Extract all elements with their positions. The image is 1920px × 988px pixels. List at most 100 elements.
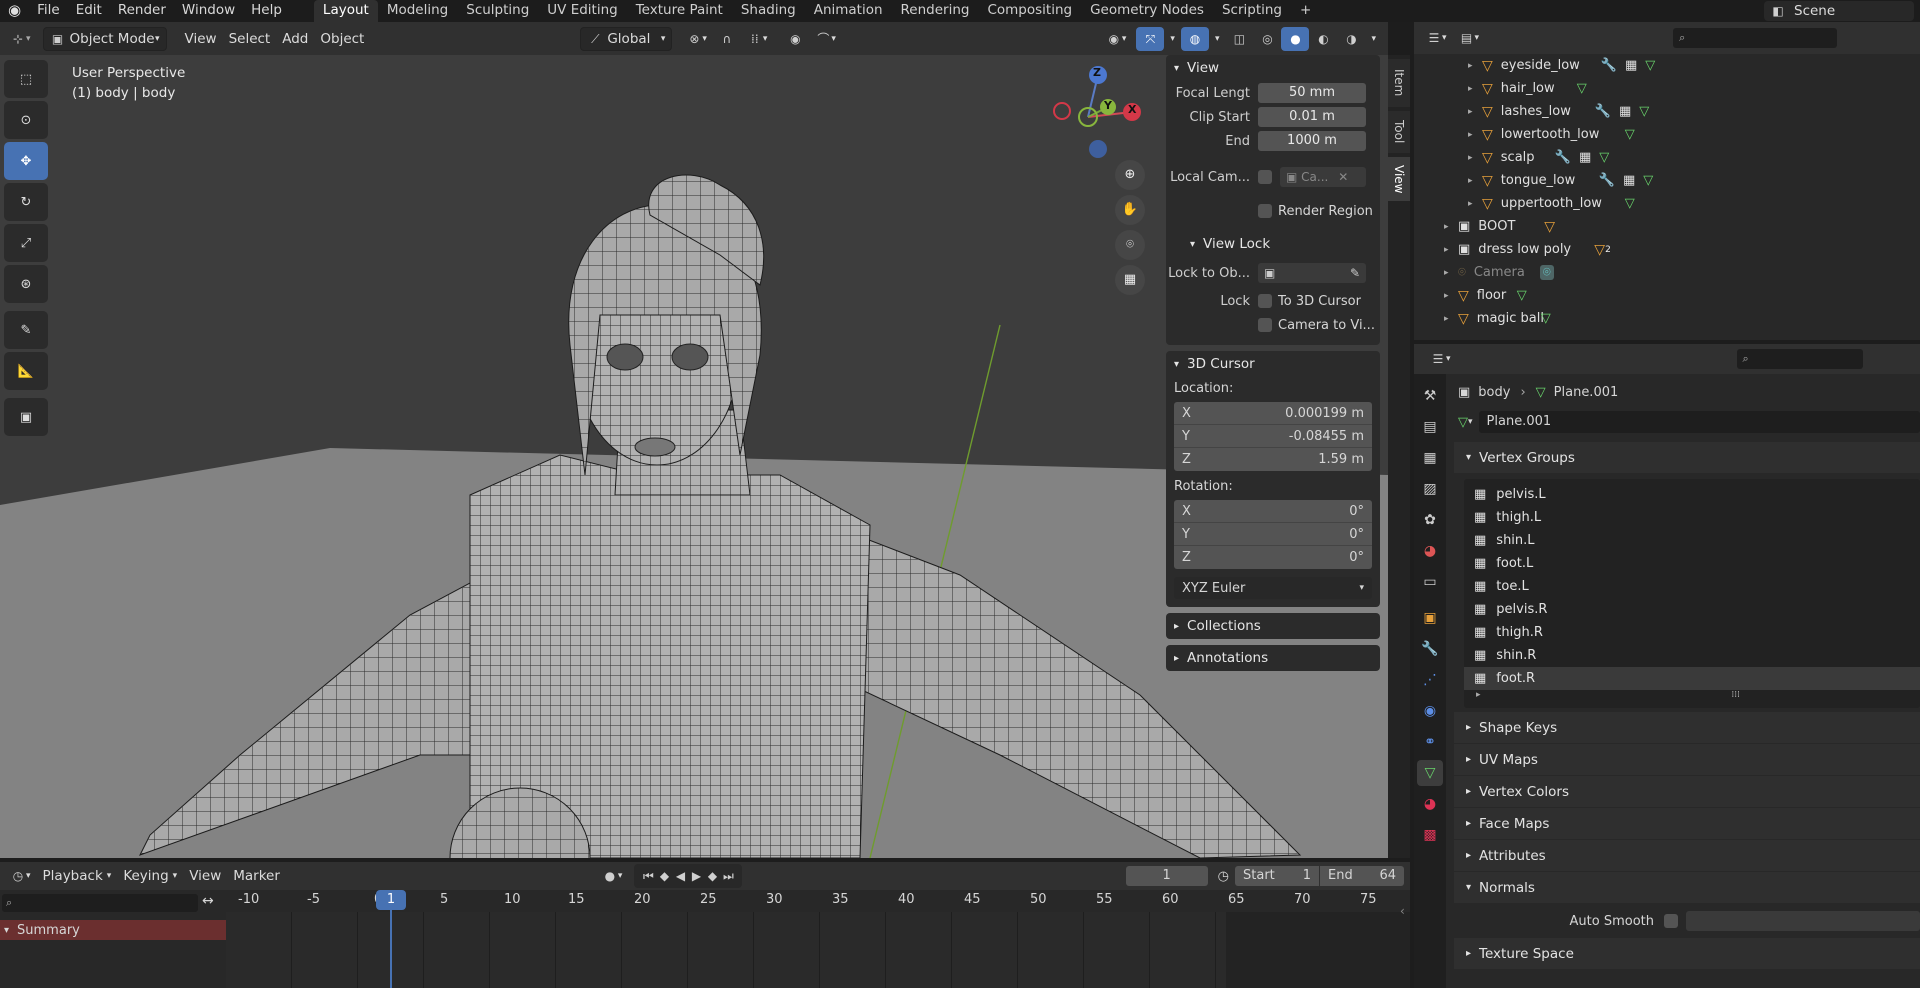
attributes-header[interactable]: ▸ Attributes <box>1454 840 1920 871</box>
clip-end-field[interactable]: 1000 m <box>1258 131 1366 151</box>
workspace-tab-modeling[interactable]: Modeling <box>378 0 457 22</box>
constraints-tab[interactable]: ⚭ <box>1417 729 1443 755</box>
gizmo-toggle[interactable]: ⤧ <box>1136 26 1165 51</box>
camera-view-icon[interactable]: ⌾ <box>1115 230 1145 260</box>
cursor-z-field[interactable]: 1.59 m <box>1318 452 1364 467</box>
list-resize-handle[interactable]: ▸ ⁞⁞⁞ <box>1464 690 1920 704</box>
move-tool[interactable]: ✥ <box>4 142 48 180</box>
pivot-point-button[interactable]: ⊗ ▾ <box>680 27 713 51</box>
jump-end-icon[interactable]: ⏭ <box>720 868 736 884</box>
summary-channel[interactable]: ▾ Summary <box>0 920 226 940</box>
output-tab[interactable]: ▦ <box>1417 445 1443 471</box>
shading-solid[interactable]: ● <box>1281 26 1310 51</box>
workspace-tab-animation[interactable]: Animation <box>805 0 892 22</box>
list-item[interactable]: ▦ toe.L <box>1464 575 1920 598</box>
outliner-editor-button[interactable]: ☰ ▾ <box>1420 26 1453 50</box>
falloff-button[interactable]: ⌒ ▾ <box>809 27 842 51</box>
scale-tool[interactable]: ⤢ <box>4 224 48 262</box>
properties-search-input[interactable]: ⌕ <box>1736 349 1863 369</box>
list-item[interactable]: ▦ thigh.L <box>1464 506 1920 529</box>
tool-tab[interactable]: ⚒ <box>1417 383 1443 409</box>
overlay-dropdown[interactable]: ▾ <box>1209 27 1226 51</box>
play-reverse-icon[interactable]: ◀ <box>672 868 688 884</box>
particles-tab[interactable]: ⋰ <box>1417 667 1443 693</box>
vertex-groups-header[interactable]: ▾ Vertex Groups <box>1454 442 1920 473</box>
jump-start-icon[interactable]: ⏮ <box>640 868 656 884</box>
add-workspace-button[interactable]: + <box>1291 0 1320 22</box>
uv-maps-header[interactable]: ▸ UV Maps <box>1454 744 1920 775</box>
clip-start-field[interactable]: 0.01 m <box>1258 107 1366 127</box>
collapse-arrow-icon[interactable]: ‹ <box>1400 904 1405 918</box>
menu-render[interactable]: Render <box>110 0 174 22</box>
rotation-x-field[interactable]: 0° <box>1349 504 1364 519</box>
workspace-tab-compositing[interactable]: Compositing <box>978 0 1081 22</box>
camera-to-view-checkbox[interactable] <box>1258 318 1272 332</box>
material-tab[interactable]: ◕ <box>1417 791 1443 817</box>
list-item[interactable]: ▦ shin.R <box>1464 644 1920 667</box>
normals-header[interactable]: ▾ Normals <box>1454 872 1920 903</box>
list-item[interactable]: ▦ pelvis.L <box>1464 483 1920 506</box>
vertex-colors-header[interactable]: ▸ Vertex Colors <box>1454 776 1920 807</box>
list-item[interactable]: ▦ shin.L <box>1464 529 1920 552</box>
shading-dropdown[interactable]: ▾ <box>1365 27 1382 51</box>
navigation-gizmo[interactable]: Z X Y <box>1050 55 1150 165</box>
play-icon[interactable]: ▶ <box>688 868 704 884</box>
data-tab[interactable]: ▽ <box>1417 760 1443 786</box>
list-item[interactable]: ▦ thigh.R <box>1464 621 1920 644</box>
tab-item[interactable]: Item <box>1388 59 1410 107</box>
menu-playback[interactable]: Playback ▾ <box>37 864 118 888</box>
outliner-row[interactable]: ▸ ▽ eyeside_low 🔧 ▦ ▽ <box>1444 54 1920 77</box>
overlay-toggle[interactable]: ◍ <box>1180 26 1209 51</box>
menu-edit[interactable]: Edit <box>68 0 110 22</box>
list-item-selected[interactable]: ▦ foot.R <box>1464 667 1920 690</box>
menu-object[interactable]: Object <box>314 27 370 51</box>
frame-end-field[interactable]: End 64 <box>1320 866 1404 886</box>
current-frame-field[interactable]: 1 <box>1125 866 1208 886</box>
preview-range-icon[interactable]: ◷ <box>1218 869 1229 884</box>
rotate-tool[interactable]: ↻ <box>4 183 48 221</box>
to-3d-cursor-checkbox[interactable] <box>1258 294 1272 308</box>
outliner-row[interactable]: ▸ ▣ BOOT ▽ <box>1444 215 1920 238</box>
swap-icon[interactable]: ↔ <box>202 893 214 909</box>
workspace-tab-rendering[interactable]: Rendering <box>892 0 979 22</box>
outliner-search-input[interactable]: ⌕ <box>1673 28 1838 48</box>
prev-keyframe-icon[interactable]: ◆ <box>656 868 672 884</box>
workspace-tab-shading[interactable]: Shading <box>732 0 805 22</box>
timeline-editor-button[interactable]: ◷ ▾ <box>4 864 37 888</box>
proportional-edit-toggle[interactable]: ◉ <box>781 27 809 51</box>
world-tab[interactable]: ◕ <box>1417 538 1443 564</box>
menu-marker[interactable]: Marker <box>227 864 286 888</box>
add-cube-tool[interactable]: ▣ <box>4 398 48 436</box>
mesh-name-field[interactable]: Plane.001 <box>1478 411 1920 433</box>
menu-view[interactable]: View <box>179 27 223 51</box>
zoom-icon[interactable]: ⊕ <box>1115 160 1145 190</box>
display-mode-button[interactable]: ▤ ▾ <box>1453 26 1486 50</box>
annotate-tool[interactable]: ✎ <box>4 311 48 349</box>
blender-logo-icon[interactable]: ◉ <box>0 0 29 22</box>
menu-help[interactable]: Help <box>243 0 290 22</box>
timeline-menu-view[interactable]: View <box>183 864 227 888</box>
workspace-tab-sculpting[interactable]: Sculpting <box>457 0 538 22</box>
auto-smooth-checkbox[interactable] <box>1664 914 1678 928</box>
render-region-checkbox[interactable] <box>1258 204 1272 218</box>
outliner-row[interactable]: ▸ ▽ magic ball ▽ <box>1444 307 1920 330</box>
gizmo-dropdown[interactable]: ▾ <box>1164 27 1181 51</box>
ortho-grid-icon[interactable]: ▦ <box>1115 265 1145 295</box>
timeline-area[interactable]: ⌕ ↔ ▾ Summary -10 -5 0 5 10 15 20 25 30 … <box>0 890 1410 988</box>
workspace-tab-texture-paint[interactable]: Texture Paint <box>627 0 732 22</box>
annotations-panel[interactable]: ▸ Annotations <box>1166 645 1380 671</box>
rotation-y-field[interactable]: 0° <box>1349 527 1364 542</box>
pan-hand-icon[interactable]: ✋ <box>1115 195 1145 225</box>
texture-tab[interactable]: ▩ <box>1417 822 1443 848</box>
outliner-row[interactable]: ▸ ▽ uppertooth_low ▽ <box>1444 192 1920 215</box>
view-panel-header[interactable]: ▾ View <box>1166 55 1380 81</box>
rotation-mode-dropdown[interactable]: XYZ Euler ▾ <box>1174 577 1372 599</box>
outliner-row[interactable]: ▸ ▽ hair_low ▽ <box>1444 77 1920 100</box>
shading-rendered[interactable]: ◑ <box>1337 27 1365 51</box>
mode-dropdown[interactable]: ▣ Object Mode ▾ <box>42 26 167 51</box>
measure-tool[interactable]: 📐 <box>4 352 48 390</box>
outliner-row[interactable]: ▸ ▽ lowertooth_low ▽ <box>1444 123 1920 146</box>
focal-length-field[interactable]: 50 mm <box>1258 83 1366 103</box>
view-lock-header[interactable]: ▾ View Lock <box>1166 231 1380 257</box>
menu-file[interactable]: File <box>29 0 68 22</box>
